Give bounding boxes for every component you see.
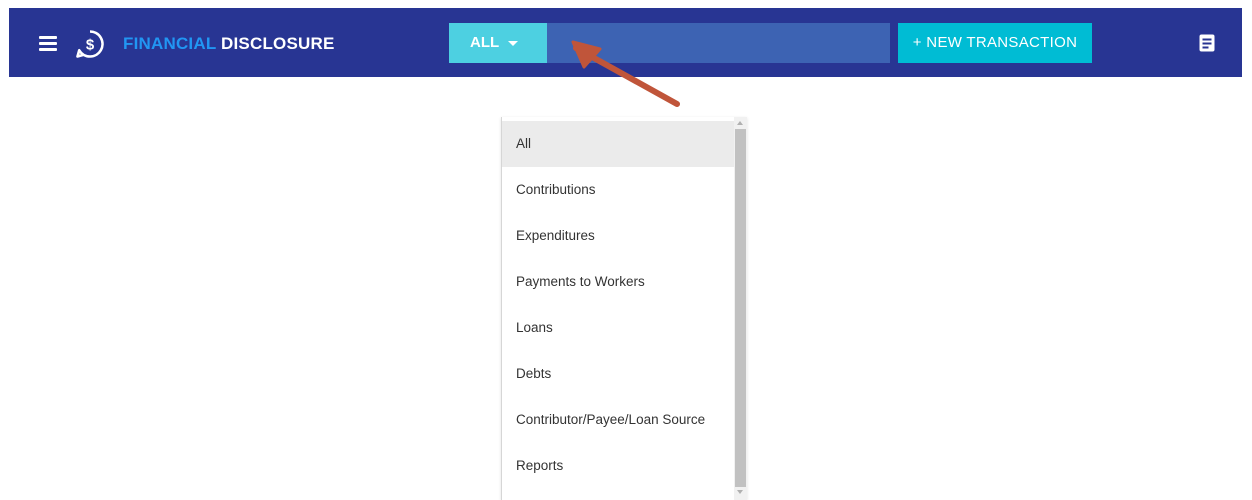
document-icon[interactable]	[1199, 34, 1215, 52]
chevron-down-icon	[508, 41, 518, 46]
dropdown-list: All Contributions Expenditures Payments to …	[502, 121, 734, 489]
svg-text:$: $	[86, 37, 95, 54]
dollar-chat-icon[interactable]: $	[75, 29, 105, 59]
dropdown-item[interactable]: Contributor/Payee/Loan Source	[502, 397, 734, 443]
menu-icon[interactable]	[39, 36, 59, 52]
transaction-type-dropdown[interactable]: All Contributions Expenditures Payments to …	[501, 117, 747, 500]
annotation-arrow-icon	[571, 40, 680, 107]
dropdown-item[interactable]: All	[502, 121, 734, 167]
scroll-up-arrow-icon[interactable]	[737, 121, 743, 125]
scroll-down-arrow-icon[interactable]	[737, 490, 743, 494]
app-title[interactable]: FINANCIAL DISCLOSURE	[123, 34, 335, 54]
dropdown-scrollbar[interactable]	[734, 117, 747, 500]
app-title-part2: DISCLOSURE	[221, 34, 335, 53]
dropdown-item[interactable]: Reports	[502, 443, 734, 489]
transaction-type-select[interactable]: ALL	[449, 23, 547, 63]
page: $ FINANCIAL DISCLOSURE ALL + NEW TRANSAC…	[0, 0, 1252, 500]
dropdown-item[interactable]: Payments to Workers	[502, 259, 734, 305]
new-transaction-button[interactable]: + NEW TRANSACTION	[898, 23, 1092, 63]
app-title-part1: FINANCIAL	[123, 34, 217, 53]
dropdown-item[interactable]: Contributions	[502, 167, 734, 213]
dropdown-item[interactable]: Expenditures	[502, 213, 734, 259]
scroll-thumb[interactable]	[735, 129, 746, 487]
dropdown-item[interactable]: Debts	[502, 351, 734, 397]
transaction-type-value: ALL	[470, 34, 500, 51]
dropdown-item[interactable]: Loans	[502, 305, 734, 351]
